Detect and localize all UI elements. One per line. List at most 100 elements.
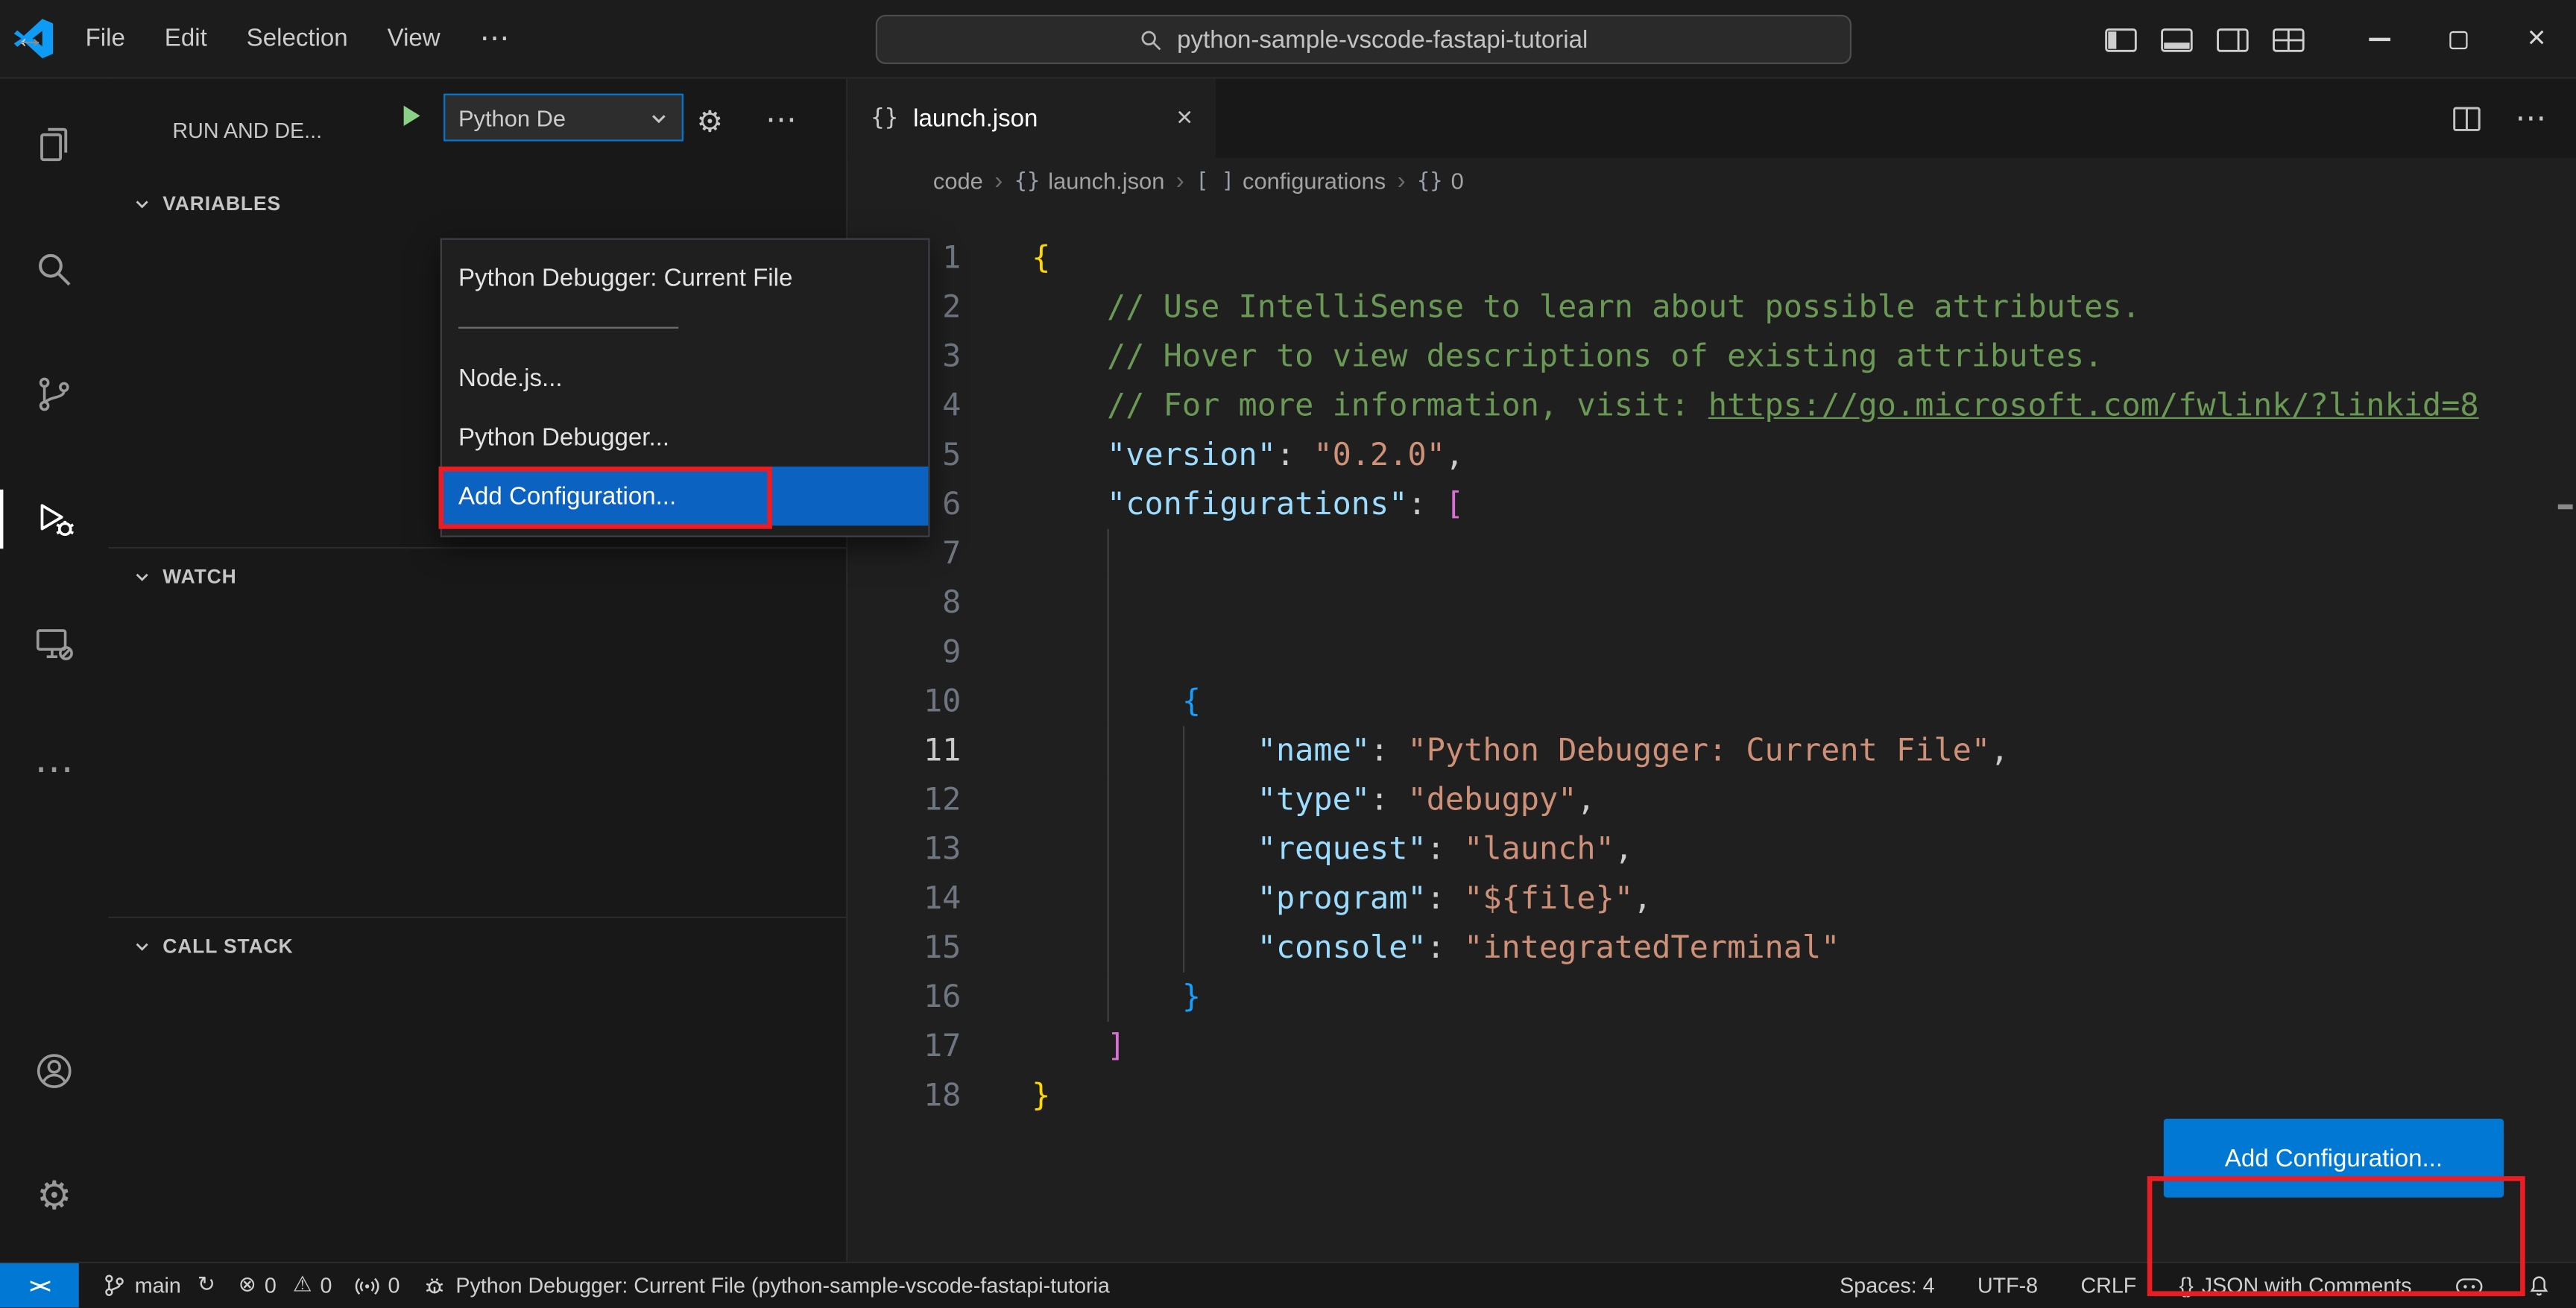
account-icon[interactable]	[0, 1025, 108, 1116]
run-and-debug-icon[interactable]	[0, 473, 108, 565]
command-center-search[interactable]: python-sample-vscode-fastapi-tutorial	[875, 14, 1852, 64]
toggle-primary-sidebar-icon[interactable]	[2093, 0, 2149, 79]
breadcrumb-folder[interactable]: code	[933, 168, 983, 194]
section-variables[interactable]: VARIABLES	[108, 186, 846, 221]
debug-config-status[interactable]: Python Debugger: Current File (python-sa…	[423, 1273, 1110, 1298]
activity-bar: ⋯ ⚙	[0, 78, 109, 1262]
breadcrumb-label: 0	[1450, 167, 1464, 195]
additional-views-icon[interactable]: ⋯	[0, 723, 108, 815]
add-configuration-button[interactable]: Add Configuration...	[2163, 1118, 2504, 1198]
code-line-content[interactable]: }	[973, 972, 2576, 1022]
line-number[interactable]: 8	[847, 578, 973, 628]
source-control-icon[interactable]	[0, 348, 108, 440]
language-mode-status[interactable]: {} JSON with Comments	[2179, 1273, 2412, 1298]
branch-status[interactable]: main	[102, 1273, 181, 1298]
code-line-content[interactable]: // Hover to view descriptions of existin…	[973, 332, 2576, 381]
code-area[interactable]: 1{2 // Use IntelliSense to learn about p…	[847, 203, 2576, 1120]
code-line-content[interactable]	[973, 528, 2576, 578]
warning-count: 0	[320, 1273, 332, 1298]
section-call-stack[interactable]: CALL STACK	[108, 928, 846, 964]
maximize-button[interactable]	[2418, 0, 2497, 79]
menu-bar: File Edit Selection View ⋯	[66, 0, 529, 78]
code-line-content[interactable]: // Use IntelliSense to learn about possi…	[973, 282, 2576, 332]
code-line-content[interactable]: "name": "Python Debugger: Current File",	[973, 726, 2576, 776]
code-line: 4 // For more information, visit: https:…	[847, 381, 2576, 430]
search-sidebar-icon[interactable]	[0, 224, 108, 315]
bell-icon	[2530, 1276, 2548, 1296]
section-watch[interactable]: WATCH	[108, 558, 846, 594]
breadcrumb-file[interactable]: {} launch.json	[1014, 168, 1165, 194]
object-symbol-icon: {}	[1417, 168, 1443, 193]
line-number[interactable]: 14	[847, 874, 973, 923]
code-line-content[interactable]: ]	[973, 1022, 2576, 1071]
ports-status[interactable]: 0	[355, 1273, 400, 1298]
code-line-content[interactable]: "configurations": [	[973, 480, 2576, 529]
line-number[interactable]: 17	[847, 1022, 973, 1071]
debug-views-more-icon[interactable]: ⋯	[765, 102, 797, 138]
copilot-status[interactable]	[2455, 1274, 2484, 1297]
code-line-content[interactable]	[973, 578, 2576, 628]
dropdown-item-current-file[interactable]: Python Debugger: Current File	[442, 248, 928, 307]
dropdown-item-nodejs[interactable]: Node.js...	[442, 348, 928, 407]
close-window-button[interactable]: ×	[2497, 0, 2576, 79]
code-line-content[interactable]: {	[973, 677, 2576, 727]
code-line-content[interactable]: }	[973, 1071, 2576, 1120]
menu-selection[interactable]: Selection	[227, 0, 367, 78]
split-editor-icon[interactable]	[2452, 103, 2483, 134]
settings-gear-icon[interactable]: ⚙	[0, 1150, 108, 1242]
dropdown-item-add-configuration[interactable]: Add Configuration...	[441, 466, 929, 526]
encoding-status[interactable]: UTF-8	[1977, 1273, 2038, 1298]
code-line-content[interactable]: {	[973, 233, 2576, 282]
line-number[interactable]: 18	[847, 1071, 973, 1120]
more-actions-icon[interactable]: ⋯	[2515, 100, 2546, 136]
errors-status[interactable]: ⊗ 0	[239, 1273, 277, 1298]
remote-explorer-icon[interactable]	[0, 598, 108, 689]
start-debugging-icon[interactable]	[396, 100, 427, 131]
eol-status[interactable]: CRLF	[2080, 1273, 2136, 1298]
chevron-down-icon	[136, 942, 148, 950]
code-line: 12 "type": "debugpy",	[847, 775, 2576, 825]
code-line-content[interactable]: "console": "integratedTerminal"	[973, 923, 2576, 973]
debug-settings-gear-icon[interactable]: ⚙	[697, 105, 724, 139]
line-number[interactable]: 13	[847, 824, 973, 873]
code-line-content[interactable]	[973, 627, 2576, 677]
minimize-button[interactable]	[2340, 0, 2419, 79]
code-line-content[interactable]: "version": "0.2.0",	[973, 430, 2576, 479]
code-line: 14 "program": "${file}",	[847, 873, 2576, 923]
sync-status[interactable]: ↻	[198, 1273, 215, 1298]
menu-more-icon[interactable]: ⋯	[460, 0, 529, 78]
toggle-secondary-sidebar-icon[interactable]	[2205, 0, 2261, 79]
line-number[interactable]: 9	[847, 628, 973, 677]
line-number[interactable]: 11	[847, 726, 973, 775]
forward-icon[interactable]: →	[0, 0, 59, 79]
line-number[interactable]: 12	[847, 775, 973, 824]
indentation-status[interactable]: Spaces: 4	[1840, 1273, 1934, 1298]
code-line-content[interactable]: // For more information, visit: https://…	[973, 381, 2576, 430]
tab-launch-json[interactable]: {} launch.json ×	[847, 78, 1216, 158]
line-number[interactable]: 10	[847, 677, 973, 726]
breadcrumb-item-0[interactable]: {} 0	[1417, 168, 1464, 194]
breadcrumb-configurations[interactable]: [ ] configurations	[1196, 168, 1386, 194]
menu-view[interactable]: View	[367, 0, 460, 78]
line-number[interactable]: 16	[847, 973, 973, 1022]
close-tab-icon[interactable]: ×	[1176, 102, 1193, 135]
toggle-panel-icon[interactable]	[2149, 0, 2205, 79]
customize-layout-icon[interactable]	[2261, 0, 2317, 79]
indent-guide	[1181, 775, 1184, 825]
remote-indicator[interactable]: ><	[0, 1263, 79, 1308]
menu-file[interactable]: File	[66, 0, 145, 78]
chevron-down-icon	[136, 572, 148, 581]
title-bar: File Edit Selection View ⋯ ← → python-sa…	[0, 0, 2576, 79]
code-line-content[interactable]: "type": "debugpy",	[973, 775, 2576, 825]
debug-configuration-select[interactable]: Python De	[443, 93, 684, 142]
code-line-content[interactable]: "request": "launch",	[973, 824, 2576, 874]
line-number[interactable]: 15	[847, 923, 973, 973]
menu-edit[interactable]: Edit	[145, 0, 227, 78]
indent-guide	[1181, 726, 1184, 776]
explorer-icon[interactable]	[0, 98, 108, 190]
code-line-content[interactable]: "program": "${file}",	[973, 873, 2576, 923]
tab-bar: {} launch.json × ⋯	[847, 78, 2576, 158]
warnings-status[interactable]: ⚠ 0	[293, 1273, 332, 1298]
notifications-status[interactable]	[2527, 1273, 2551, 1298]
dropdown-item-python-debugger[interactable]: Python Debugger...	[442, 408, 928, 467]
